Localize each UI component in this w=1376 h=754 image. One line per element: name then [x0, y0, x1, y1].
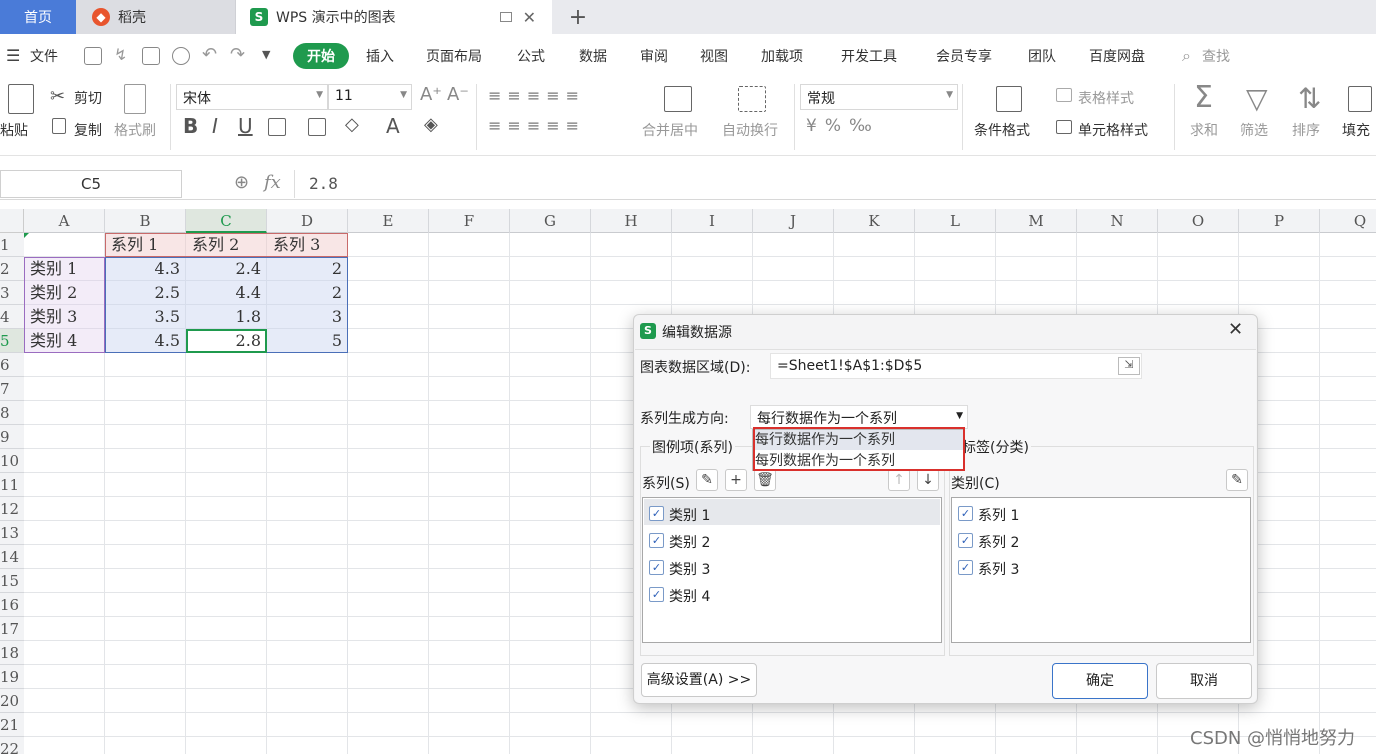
category-cell[interactable]: 类别 1 — [24, 257, 105, 281]
series-list-item[interactable]: 类别 1 — [669, 505, 710, 525]
row-header-16[interactable]: 16 — [0, 593, 24, 617]
direction-select[interactable]: 每行数据作为一个系列 ▼ — [750, 405, 968, 429]
row-header-19[interactable]: 19 — [0, 665, 24, 689]
series-list-item[interactable]: 类别 2 — [669, 532, 710, 552]
value-cell[interactable]: 3.5 — [105, 305, 186, 329]
column-gridline — [509, 233, 510, 754]
row-header-5[interactable]: 5 — [0, 329, 24, 353]
series-list-item[interactable]: 类别 3 — [669, 559, 710, 579]
range-value: =Sheet1!$A$1:$D$5 — [777, 358, 923, 374]
value-cell[interactable]: 2 — [267, 257, 348, 281]
row-header-8[interactable]: 8 — [0, 401, 24, 425]
value-cell[interactable]: 4.5 — [105, 329, 186, 353]
ok-label: 确定 — [1086, 673, 1114, 689]
direction-value: 每行数据作为一个系列 — [757, 411, 897, 427]
row-header-11[interactable]: 11 — [0, 473, 24, 497]
checkbox-icon[interactable]: ✓ — [958, 560, 973, 575]
move-down-icon[interactable]: ↓ — [917, 469, 939, 491]
header-cell[interactable]: 系列 3 — [267, 233, 348, 257]
advanced-settings-button[interactable]: 高级设置(A) >> — [641, 663, 757, 697]
cancel-label: 取消 — [1190, 673, 1218, 689]
axis-group-title: 标签(分类) — [960, 437, 1031, 457]
value-cell[interactable]: 1.8 — [186, 305, 267, 329]
dialog-title: 编辑数据源 — [662, 325, 732, 341]
row-header-17[interactable]: 17 — [0, 617, 24, 641]
category-list-item[interactable]: 系列 2 — [978, 532, 1019, 552]
range-label: 图表数据区域(D): — [640, 360, 751, 376]
category-list-item[interactable]: 系列 3 — [978, 559, 1019, 579]
value-cell[interactable]: 4.3 — [105, 257, 186, 281]
row-gridline — [24, 736, 1376, 737]
header-cell[interactable]: 系列 1 — [105, 233, 186, 257]
close-icon[interactable]: ✕ — [1228, 319, 1243, 340]
row-header-3[interactable]: 3 — [0, 281, 24, 305]
chevron-down-icon: ▼ — [956, 411, 963, 421]
category-cell[interactable]: 类别 4 — [24, 329, 105, 353]
delete-series-icon[interactable]: 🗑 — [754, 469, 776, 491]
value-cell[interactable]: 3 — [267, 305, 348, 329]
value-cell[interactable]: 4.4 — [186, 281, 267, 305]
edit-series-icon[interactable]: ✎ — [696, 469, 718, 491]
value-cell[interactable]: 2.8 — [186, 329, 267, 353]
row-header-6[interactable]: 6 — [0, 353, 24, 377]
ok-button[interactable]: 确定 — [1052, 663, 1148, 699]
row-header-1[interactable]: 1 — [0, 233, 24, 257]
row-header-14[interactable]: 14 — [0, 545, 24, 569]
category-list[interactable]: ✓ 系列 1 ✓ 系列 2 ✓ 系列 3 — [951, 497, 1251, 643]
checkbox-icon[interactable]: ✓ — [649, 506, 664, 521]
column-gridline — [590, 233, 591, 754]
checkbox-icon[interactable]: ✓ — [958, 506, 973, 521]
series-list-item[interactable]: 类别 4 — [669, 586, 710, 606]
category-cell[interactable]: 类别 3 — [24, 305, 105, 329]
header-cell[interactable]: 系列 2 — [186, 233, 267, 257]
row-header-7[interactable]: 7 — [0, 377, 24, 401]
row-header-10[interactable]: 10 — [0, 449, 24, 473]
move-up-icon[interactable]: ↑ — [888, 469, 910, 491]
row-gridline — [24, 712, 1376, 713]
row-header-4[interactable]: 4 — [0, 305, 24, 329]
checkbox-icon[interactable]: ✓ — [958, 533, 973, 548]
advanced-settings-label: 高级设置(A) >> — [646, 672, 752, 688]
value-cell[interactable]: 2 — [267, 281, 348, 305]
value-cell[interactable]: 2.5 — [105, 281, 186, 305]
row-header-22[interactable]: 22 — [0, 737, 24, 754]
checkbox-icon[interactable]: ✓ — [649, 587, 664, 602]
edit-category-icon[interactable]: ✎ — [1226, 469, 1248, 491]
row-header-20[interactable]: 20 — [0, 689, 24, 713]
series-list[interactable]: ✓ 类别 1 ✓ 类别 2 ✓ 类别 3 ✓ 类别 4 — [642, 497, 942, 643]
row-header-15[interactable]: 15 — [0, 569, 24, 593]
fill-handle-marker — [24, 233, 29, 238]
select-all-corner[interactable] — [0, 209, 24, 233]
range-select-icon[interactable]: ⇲ — [1118, 357, 1140, 375]
row-header-13[interactable]: 13 — [0, 521, 24, 545]
direction-label: 系列生成方向: — [640, 411, 729, 427]
highlight-box — [753, 427, 965, 471]
row-header-21[interactable]: 21 — [0, 713, 24, 737]
row-header-2[interactable]: 2 — [0, 257, 24, 281]
column-gridline — [428, 233, 429, 754]
series-label: 系列(S) — [642, 476, 690, 492]
watermark: CSDN @悄悄地努力 — [1190, 728, 1356, 749]
range-input[interactable]: =Sheet1!$A$1:$D$5 — [770, 353, 1142, 379]
legend-group-title: 图例项(系列) — [650, 437, 735, 457]
value-cell[interactable]: 5 — [267, 329, 348, 353]
category-label: 类别(C) — [951, 476, 1000, 492]
row-header-9[interactable]: 9 — [0, 425, 24, 449]
category-cell[interactable]: 类别 2 — [24, 281, 105, 305]
checkbox-icon[interactable]: ✓ — [649, 560, 664, 575]
edit-data-source-dialog: S 编辑数据源 ✕ 图表数据区域(D): =Sheet1!$A$1:$D$5 ⇲… — [633, 314, 1258, 704]
cancel-button[interactable]: 取消 — [1156, 663, 1252, 699]
add-series-icon[interactable]: + — [725, 469, 747, 491]
spreadsheet-icon: S — [640, 323, 656, 339]
row-header-18[interactable]: 18 — [0, 641, 24, 665]
row-header-12[interactable]: 12 — [0, 497, 24, 521]
value-cell[interactable]: 2.4 — [186, 257, 267, 281]
category-list-item[interactable]: 系列 1 — [978, 505, 1019, 525]
column-gridline — [1319, 233, 1320, 754]
checkbox-icon[interactable]: ✓ — [649, 533, 664, 548]
